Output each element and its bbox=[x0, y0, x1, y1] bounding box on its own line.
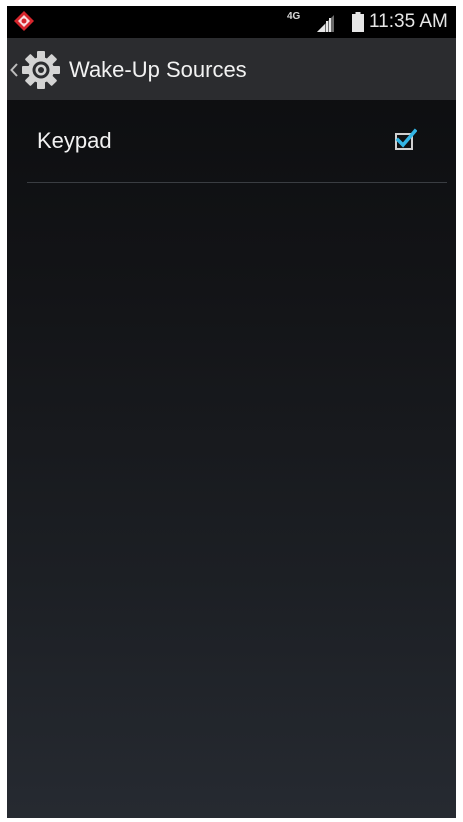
page-title: Wake-Up Sources bbox=[69, 57, 247, 82]
status-clock: 11:35 AM bbox=[369, 11, 448, 32]
preference-label: Keypad bbox=[37, 128, 112, 153]
signal-icon bbox=[317, 15, 334, 32]
device-screen: 4G 11:35 AM Wake-Up Sources Keypad bbox=[7, 6, 456, 818]
preference-item-keypad[interactable]: Keypad bbox=[7, 100, 456, 182]
gear-icon bbox=[22, 51, 60, 89]
up-navigation-button[interactable] bbox=[7, 38, 65, 100]
carrier-logo-icon bbox=[14, 11, 34, 31]
action-bar: Wake-Up Sources bbox=[7, 38, 456, 100]
keypad-checkbox[interactable] bbox=[393, 128, 417, 152]
network-type-label: 4G bbox=[287, 11, 301, 22]
status-bar: 4G 11:35 AM bbox=[7, 6, 456, 38]
battery-icon bbox=[352, 12, 364, 32]
chevron-left-icon bbox=[10, 63, 18, 77]
list-divider bbox=[27, 182, 447, 183]
